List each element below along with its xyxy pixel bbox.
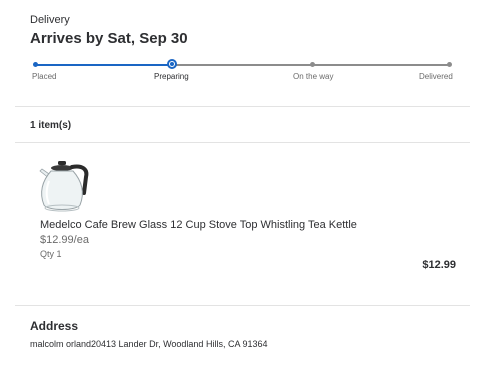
product-total-price: $12.99 xyxy=(422,259,456,271)
step-label-placed: Placed xyxy=(32,72,57,81)
tea-kettle-icon xyxy=(39,161,89,212)
progress-line-complete xyxy=(35,64,173,66)
arrival-date-heading: Arrives by Sat, Sep 30 xyxy=(30,30,188,47)
divider xyxy=(15,106,470,107)
step-dot-preparing-current xyxy=(167,59,177,69)
address-heading: Address xyxy=(30,319,79,333)
product-quantity: Qty 1 xyxy=(40,249,62,259)
product-name[interactable]: Medelco Cafe Brew Glass 12 Cup Stove Top… xyxy=(40,219,357,231)
step-dot-delivered xyxy=(447,62,452,67)
items-count: 1 item(s) xyxy=(30,120,72,131)
product-image-tea-kettle[interactable] xyxy=(36,155,90,215)
order-progress-tracker xyxy=(33,59,453,70)
divider xyxy=(15,305,470,306)
step-label-preparing: Preparing xyxy=(154,72,189,81)
shipping-address: malcolm orland20413 Lander Dr, Woodland … xyxy=(30,339,268,349)
step-dot-on-the-way xyxy=(310,62,315,67)
step-label-delivered: Delivered xyxy=(419,72,453,81)
divider xyxy=(15,142,470,143)
product-unit-price: $12.99/ea xyxy=(40,234,89,246)
step-label-on-the-way: On the way xyxy=(293,72,334,81)
step-dot-placed xyxy=(33,62,38,67)
delivery-label: Delivery xyxy=(30,14,70,26)
